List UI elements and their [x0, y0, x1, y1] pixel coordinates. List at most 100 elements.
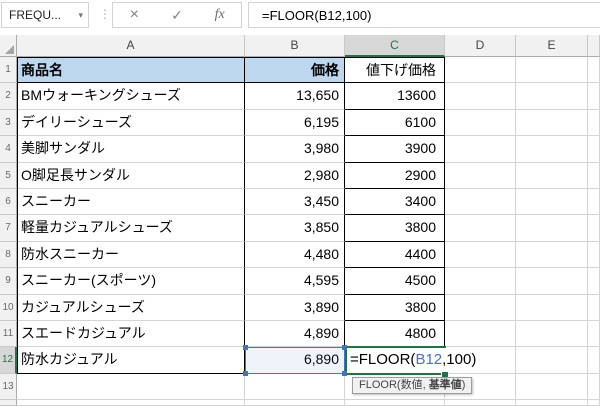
- cell-D3[interactable]: [445, 109, 516, 137]
- cell-D11[interactable]: [445, 320, 516, 348]
- row-header-4[interactable]: 4: [0, 136, 17, 163]
- row-header-10[interactable]: 10: [0, 294, 17, 321]
- row-header-7[interactable]: 7: [0, 215, 17, 242]
- column-header-C[interactable]: C: [345, 35, 445, 57]
- cell-B5[interactable]: 2,980: [245, 162, 345, 189]
- cell-C5[interactable]: 2900: [345, 162, 445, 189]
- insert-function-icon[interactable]: fx: [198, 7, 241, 23]
- cell-D1[interactable]: [445, 57, 516, 84]
- cell-B10[interactable]: 3,890: [245, 294, 345, 321]
- row-header-5[interactable]: 5: [0, 162, 17, 189]
- cancel-icon[interactable]: ×: [113, 6, 156, 24]
- cell-C10[interactable]: 3800: [345, 294, 445, 321]
- tooltip-arg2: 基準値: [428, 378, 462, 391]
- cell-C11[interactable]: 4800: [345, 320, 445, 348]
- name-box[interactable]: FREQU... ▾: [1, 2, 89, 28]
- row-header-3[interactable]: 3: [0, 109, 17, 137]
- cell-C3[interactable]: 6100: [345, 109, 445, 137]
- cell-B9[interactable]: 4,595: [245, 268, 345, 295]
- cell-B6[interactable]: 3,450: [245, 188, 345, 216]
- cell-A8[interactable]: 防水スニーカー: [17, 241, 245, 269]
- cell-D8[interactable]: [445, 241, 516, 269]
- cell-E13[interactable]: [516, 373, 588, 401]
- row-header-9[interactable]: 9: [0, 268, 17, 295]
- cell-D5[interactable]: [445, 162, 516, 189]
- cell-E3[interactable]: [516, 109, 588, 137]
- cell-C8[interactable]: 4400: [345, 241, 445, 269]
- cell-A12[interactable]: 防水カジュアル: [17, 347, 245, 374]
- row-header-2[interactable]: 2: [0, 83, 17, 110]
- cell-A4[interactable]: 美脚サンダル: [17, 136, 245, 163]
- cell-C2[interactable]: 13600: [345, 83, 445, 110]
- select-all-corner[interactable]: [0, 35, 17, 57]
- row-header-8[interactable]: 8: [0, 241, 17, 269]
- row-header-6[interactable]: 6: [0, 188, 17, 216]
- cell-D9[interactable]: [445, 268, 516, 295]
- cell-B13[interactable]: [245, 373, 345, 401]
- table-left-border: [17, 57, 18, 374]
- cell-A10[interactable]: カジュアルシューズ: [17, 294, 245, 321]
- cell-D10[interactable]: [445, 294, 516, 321]
- formula-input[interactable]: =FLOOR(B12,100): [248, 2, 600, 28]
- cell-E1[interactable]: [516, 57, 588, 84]
- ref-handle-icon[interactable]: [243, 370, 248, 376]
- cell-E9[interactable]: [516, 268, 588, 295]
- cell-E10[interactable]: [516, 294, 588, 321]
- cell-B4[interactable]: 3,980: [245, 136, 345, 163]
- cell-C1[interactable]: 値下げ価格: [345, 57, 445, 84]
- cell-A3[interactable]: デイリーシューズ: [17, 109, 245, 137]
- cell-A5[interactable]: O脚足長サンダル: [17, 162, 245, 189]
- cell-D7[interactable]: [445, 215, 516, 242]
- cell-B8[interactable]: 4,480: [245, 241, 345, 269]
- cell-B2[interactable]: 13,650: [245, 83, 345, 110]
- cell-A7[interactable]: 軽量カジュアルシューズ: [17, 215, 245, 242]
- editor-formula-suffix: ,100): [442, 351, 477, 369]
- cell-A9[interactable]: スニーカー(スポーツ): [17, 268, 245, 295]
- cell-E5[interactable]: [516, 162, 588, 189]
- row-header-11[interactable]: 11: [0, 320, 17, 348]
- referenced-cell-highlight: [243, 345, 347, 376]
- cell-B7[interactable]: 3,850: [245, 215, 345, 242]
- cell-C9[interactable]: 4500: [345, 268, 445, 295]
- cell-B1[interactable]: 価格: [245, 57, 345, 84]
- cell-D6[interactable]: [445, 188, 516, 216]
- enter-icon[interactable]: ✓: [156, 7, 199, 24]
- row-header-1[interactable]: 1: [0, 57, 17, 84]
- row-header-12[interactable]: 12: [0, 347, 17, 374]
- cell-C4[interactable]: 3900: [345, 136, 445, 163]
- cell-C7[interactable]: 3800: [345, 215, 445, 242]
- cell-B11[interactable]: 4,890: [245, 320, 345, 348]
- cell-A13[interactable]: [17, 373, 245, 401]
- cell-E6[interactable]: [516, 188, 588, 216]
- ref-handle-icon[interactable]: [342, 370, 347, 376]
- column-header-D[interactable]: D: [445, 35, 516, 57]
- cell-E7[interactable]: [516, 215, 588, 242]
- name-box-dropdown-icon[interactable]: ▾: [78, 10, 83, 21]
- row-header-13[interactable]: 13: [0, 373, 17, 401]
- column-header-E[interactable]: E: [516, 35, 588, 57]
- column-header-A[interactable]: A: [17, 35, 245, 57]
- tooltip-suffix: ): [461, 378, 466, 391]
- cell-E11[interactable]: [516, 320, 588, 348]
- cell-E2[interactable]: [516, 83, 588, 110]
- column-header-B[interactable]: B: [245, 35, 345, 57]
- cell-filler: [345, 400, 445, 406]
- cell-B3[interactable]: 6,195: [245, 109, 345, 137]
- cell-E4[interactable]: [516, 136, 588, 163]
- cell-A1[interactable]: 商品名: [17, 57, 245, 84]
- cell-D4[interactable]: [445, 136, 516, 163]
- ref-handle-icon[interactable]: [243, 345, 248, 351]
- formula-text: =FLOOR(B12,100): [262, 7, 372, 23]
- cell-A6[interactable]: スニーカー: [17, 188, 245, 216]
- cell-E12[interactable]: [516, 347, 588, 374]
- active-cell-editor[interactable]: =FLOOR(B12,100): [346, 348, 508, 373]
- cell-D2[interactable]: [445, 83, 516, 110]
- cell-filler: [17, 400, 245, 406]
- cell-C6[interactable]: 3400: [345, 188, 445, 216]
- grid-row-1: 1 商品名 価格 値下げ価格: [0, 57, 600, 84]
- cell-A11[interactable]: スエードカジュアル: [17, 320, 245, 348]
- ref-handle-icon[interactable]: [342, 345, 347, 351]
- cell-A2[interactable]: BMウォーキングシューズ: [17, 83, 245, 110]
- cell-E8[interactable]: [516, 241, 588, 269]
- grid-row-4: 4 美脚サンダル 3,980 3900: [0, 136, 600, 163]
